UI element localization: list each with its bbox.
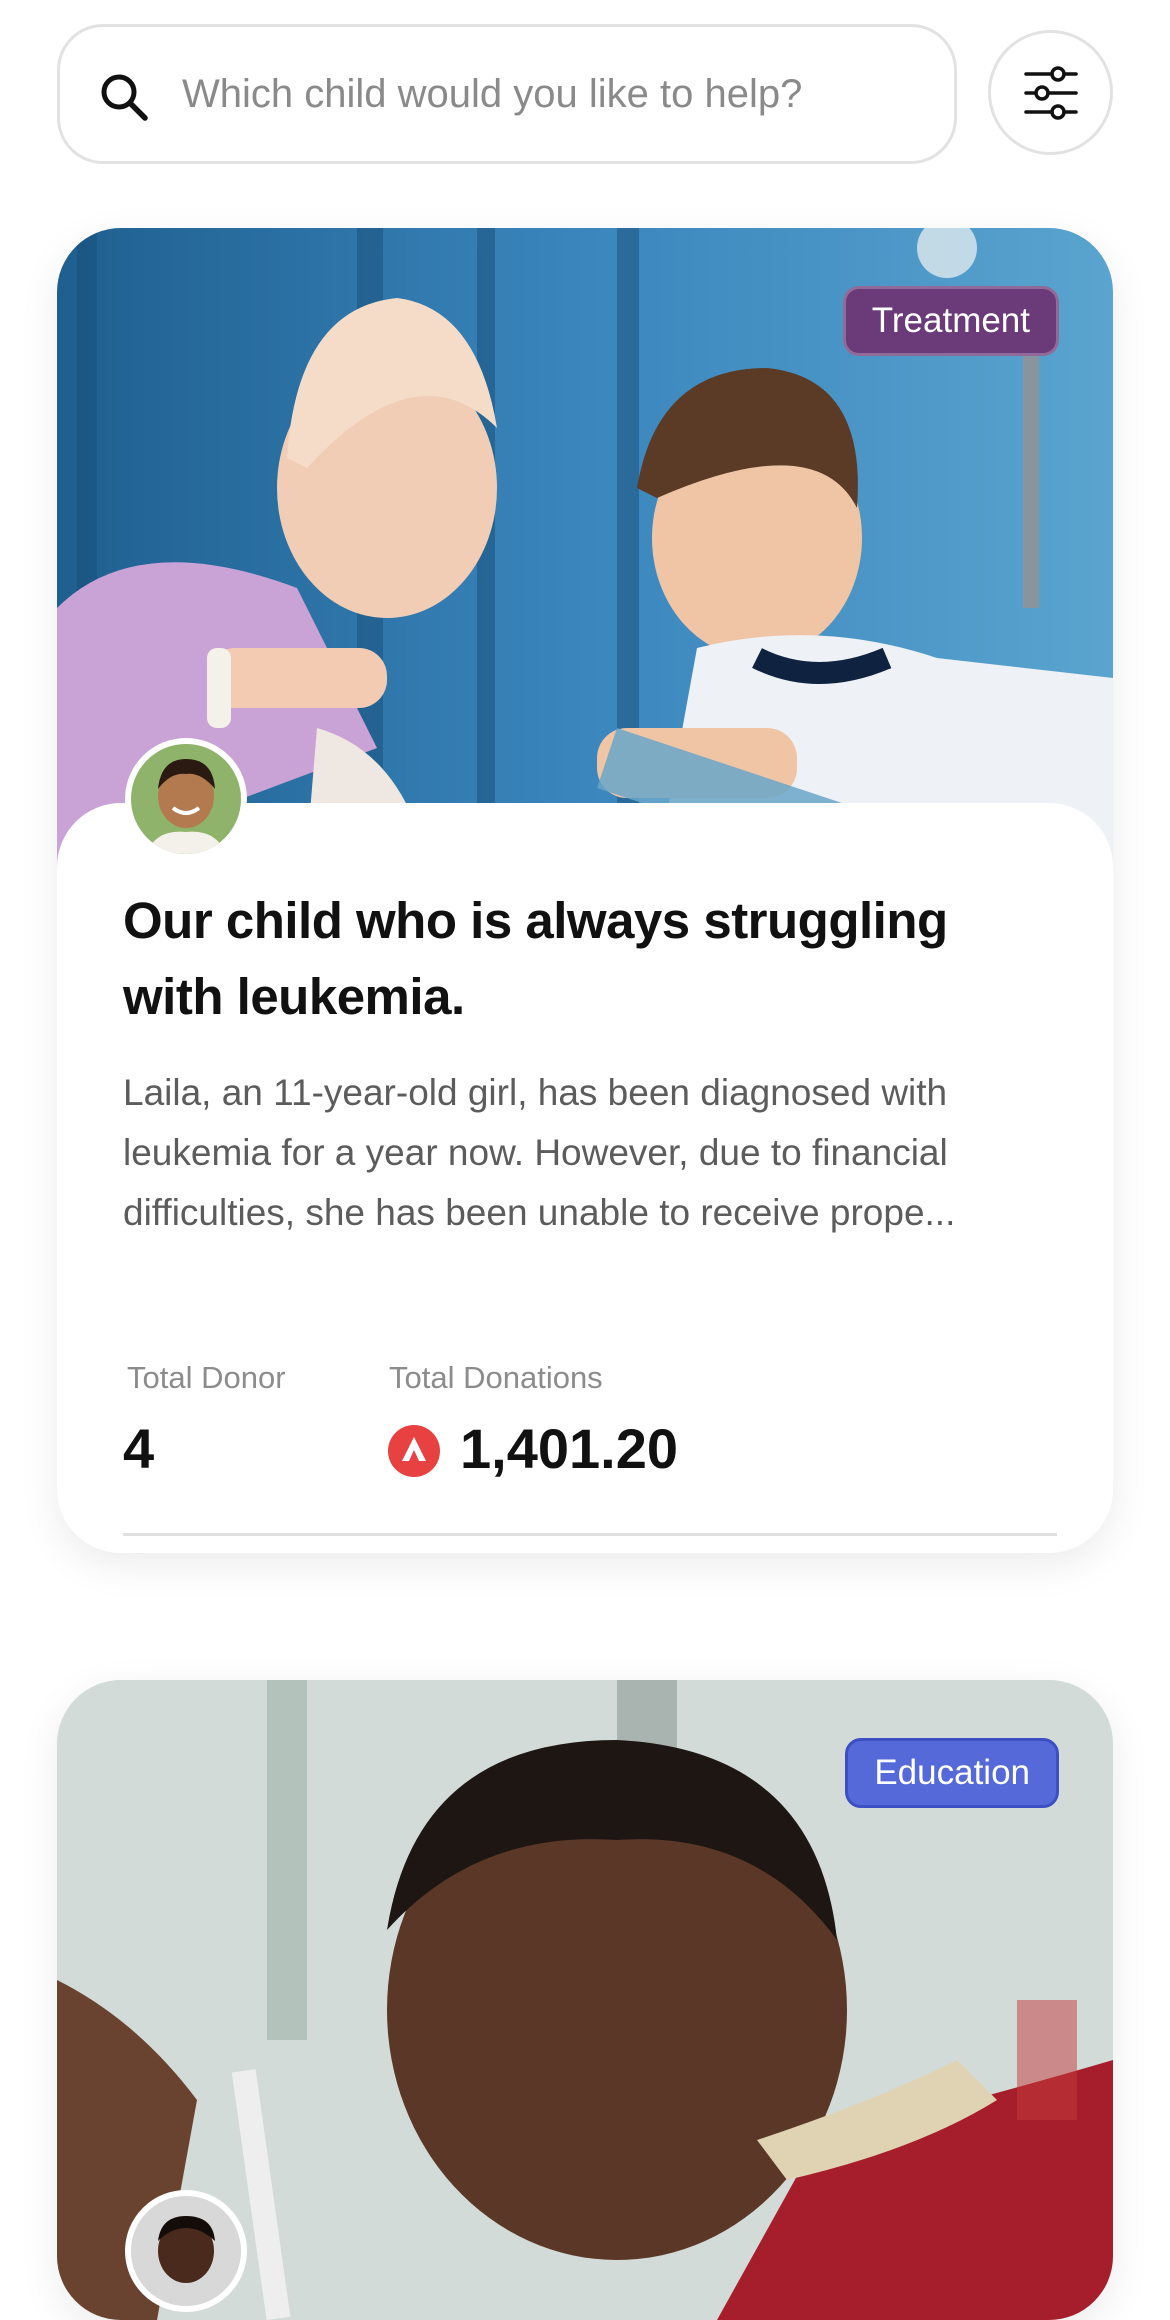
search-icon <box>101 74 148 121</box>
total-donations-label: Total Donations <box>389 1360 603 1395</box>
total-donor-label: Total Donor <box>127 1360 286 1395</box>
category-badge: Treatment <box>842 286 1059 356</box>
child-avatar <box>125 2190 247 2312</box>
total-donor-value: 4 <box>123 1417 155 1480</box>
divider <box>123 1533 1057 1536</box>
search-box[interactable] <box>57 24 957 164</box>
campaign-title: Our child who is always struggling with … <box>123 892 948 1025</box>
filter-button[interactable] <box>988 30 1113 155</box>
sliders-icon <box>1023 65 1078 120</box>
campaign-description: Laila, an 11-year-old girl, has been dia… <box>123 1072 956 1233</box>
campaign-card[interactable]: Education <box>57 1680 1113 2320</box>
child-avatar <box>125 738 247 860</box>
total-donations-value: 1,401.20 <box>460 1417 678 1480</box>
search-row <box>57 24 1113 164</box>
avalanche-coin-icon <box>388 1425 440 1477</box>
category-badge: Education <box>845 1738 1059 1808</box>
campaign-card[interactable]: Treatment Our child who is always strugg… <box>57 228 1113 1553</box>
search-input[interactable] <box>182 27 922 161</box>
